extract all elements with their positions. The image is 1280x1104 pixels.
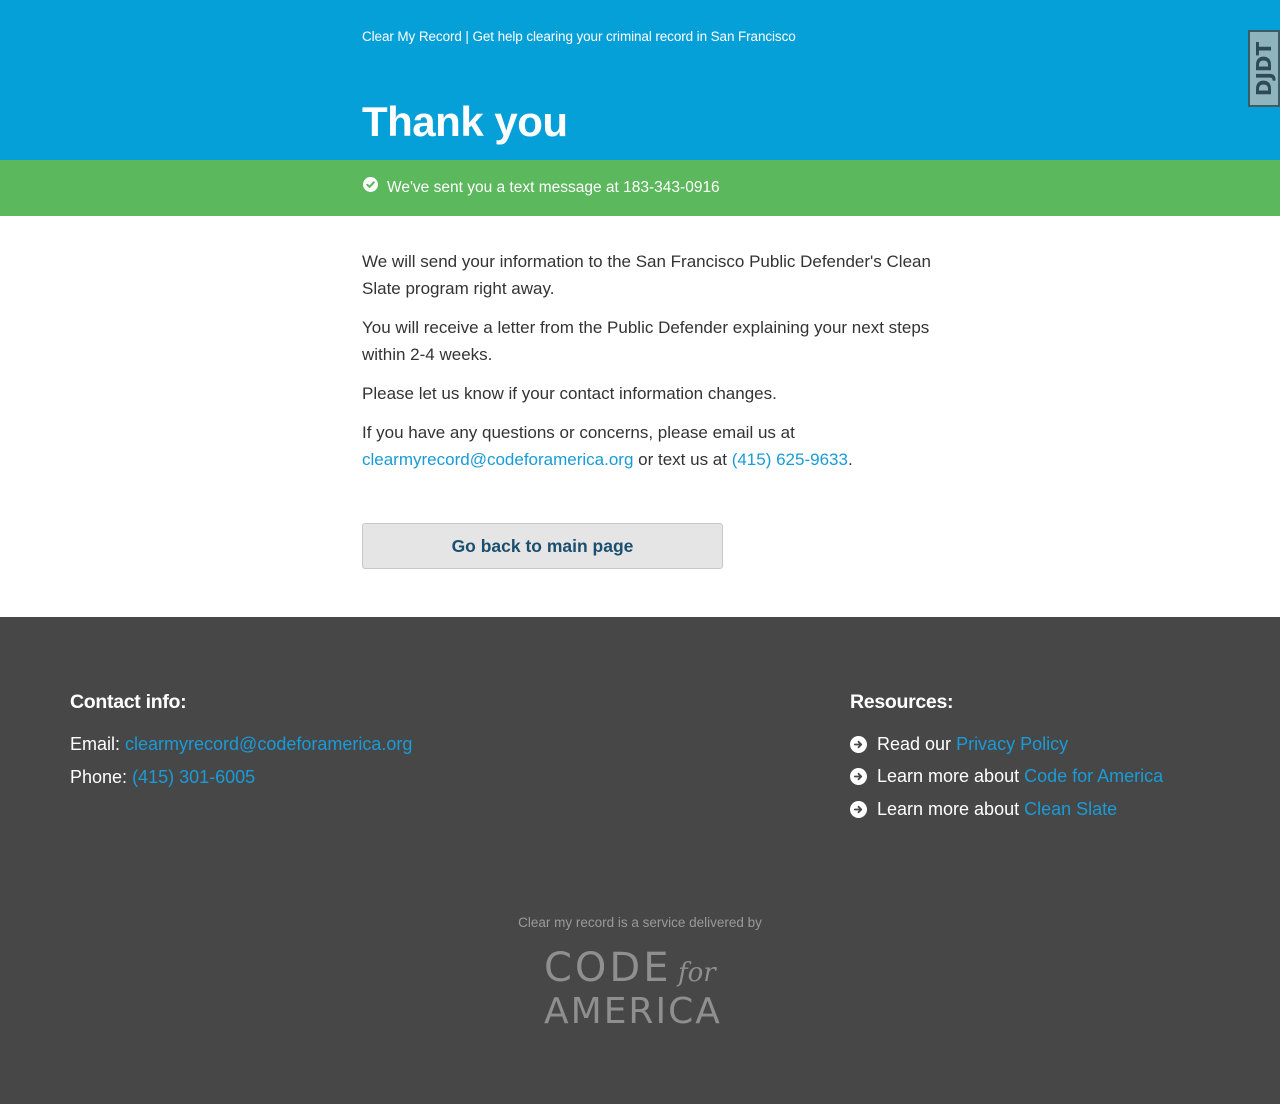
resource-item-privacy: Read our Privacy Policy bbox=[850, 728, 1163, 761]
resource-item-cfa: Learn more about Code for America bbox=[850, 761, 1163, 794]
resource-prefix: Learn more about bbox=[877, 766, 1020, 787]
footer-phone-line: Phone: (415) 301-6005 bbox=[70, 761, 412, 794]
paragraph-letter: You will receive a letter from the Publi… bbox=[362, 318, 930, 364]
support-phone-link[interactable]: (415) 625-9633 bbox=[732, 450, 848, 469]
questions-end: . bbox=[847, 450, 853, 469]
footer-resources: Resources: Read our Privacy Policy Learn… bbox=[850, 691, 1163, 826]
code-for-america-logo[interactable]: CODE for AMERICA bbox=[540, 943, 740, 1027]
logo-code-text: CODE bbox=[544, 945, 672, 991]
resource-prefix: Learn more about bbox=[877, 798, 1020, 819]
notice-text: We've sent you a text message at 183-343… bbox=[387, 179, 720, 196]
arrow-circle-right-icon bbox=[850, 735, 867, 753]
arrow-circle-right-icon bbox=[850, 768, 867, 786]
header: Clear My Record | Get help clearing your… bbox=[0, 0, 1280, 160]
paragraph-contact-changes: Please let us know if your contact infor… bbox=[362, 384, 777, 403]
arrow-circle-right-icon bbox=[850, 800, 867, 818]
site-title-link[interactable]: Clear My Record | Get help clearing your… bbox=[362, 29, 796, 44]
questions-mid: or text us at bbox=[633, 450, 732, 469]
page-title: Thank you bbox=[362, 98, 568, 145]
email-label: Email: bbox=[70, 734, 126, 754]
privacy-policy-link[interactable]: Privacy Policy bbox=[956, 734, 1068, 755]
logo-for-text: for bbox=[676, 958, 717, 988]
logo-america-text: AMERICA bbox=[544, 991, 722, 1027]
footer-phone-link[interactable]: (415) 301-6005 bbox=[132, 767, 255, 787]
resource-prefix: Read our bbox=[877, 733, 952, 754]
resources-heading: Resources: bbox=[850, 691, 954, 713]
support-email-link[interactable]: clearmyrecord@codeforamerica.org bbox=[362, 450, 633, 469]
questions-intro: If you have any questions or concerns, p… bbox=[362, 423, 795, 442]
footer: Contact info: Email: clearmyrecord@codef… bbox=[0, 617, 1280, 1104]
footer-contact: Contact info: Email: clearmyrecord@codef… bbox=[70, 691, 412, 794]
footer-email-line: Email: clearmyrecord@codeforamerica.org bbox=[70, 728, 412, 761]
footer-email-link[interactable]: clearmyrecord@codeforamerica.org bbox=[125, 734, 412, 754]
delivered-by-text: Clear my record is a service delivered b… bbox=[518, 915, 762, 930]
paragraph-send-info: We will send your information to the San… bbox=[362, 252, 931, 298]
code-for-america-link[interactable]: Code for America bbox=[1024, 766, 1163, 787]
resource-item-clean-slate: Learn more about Clean Slate bbox=[850, 793, 1163, 826]
paragraph-questions: If you have any questions or concerns, p… bbox=[362, 419, 932, 473]
phone-label: Phone: bbox=[70, 767, 133, 787]
check-circle-icon bbox=[363, 177, 378, 192]
main-content: We will send your information to the San… bbox=[362, 248, 932, 485]
debug-toolbar-label: DJDT bbox=[1252, 41, 1277, 96]
resources-list: Read our Privacy Policy Learn more about… bbox=[850, 728, 1163, 826]
debug-toolbar-toggle[interactable]: DJDT bbox=[1248, 30, 1280, 107]
contact-heading: Contact info: bbox=[70, 691, 187, 713]
back-to-main-button[interactable]: Go back to main page bbox=[362, 523, 723, 569]
clean-slate-link[interactable]: Clean Slate bbox=[1024, 799, 1117, 820]
